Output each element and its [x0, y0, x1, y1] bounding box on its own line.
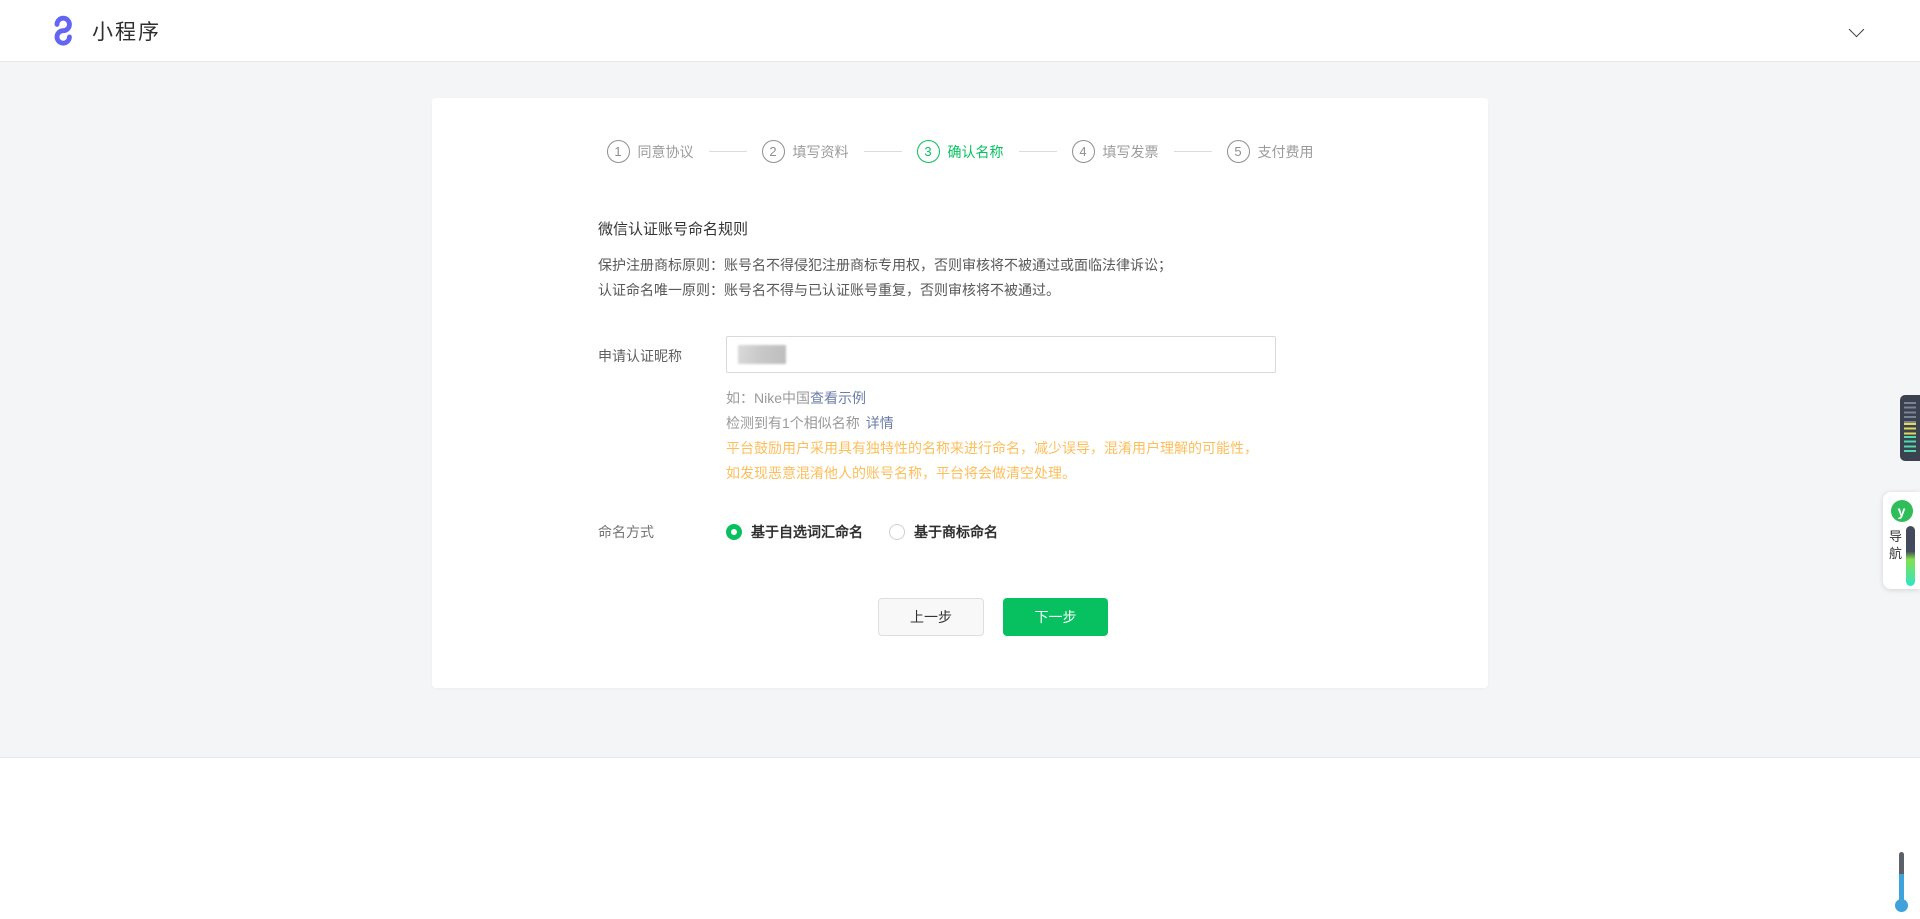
nav-extension-logo-icon[interactable]: y: [1891, 500, 1913, 522]
step-connector: [1019, 151, 1057, 152]
header: 小程序: [0, 0, 1920, 62]
miniprogram-logo-icon: [44, 14, 82, 48]
warning-line: 如发现恶意混淆他人的账号名称，平台将会做清空处理。: [726, 461, 1276, 486]
step-connector: [709, 151, 747, 152]
stepper-step-payment: 5 支付费用: [1227, 140, 1314, 163]
example-hint: 如：Nike中国查看示例: [726, 386, 1276, 411]
rule-line: 认证命名唯一原则：账号名不得与已认证账号重复，否则审核将不被通过。: [598, 278, 1388, 303]
stepper-step-agreement: 1 同意协议: [607, 140, 694, 163]
radio-option-label: 基于自选词汇命名: [751, 522, 863, 542]
radio-unselected-icon[interactable]: [889, 524, 905, 540]
step-label: 填写资料: [793, 142, 849, 162]
nav-progress-bar[interactable]: [1906, 526, 1915, 586]
nickname-hints: 如：Nike中国查看示例 检测到有1个相似名称详情 平台鼓励用户采用具有独特性的…: [726, 386, 1276, 486]
step-number: 4: [1072, 140, 1095, 163]
card-content: 微信认证账号命名规则 保护注册商标原则：账号名不得侵犯注册商标专用权，否则审核将…: [432, 163, 1488, 636]
naming-method-row: 命名方式 基于自选词汇命名 基于商标命名: [598, 522, 1388, 542]
chevron-down-icon[interactable]: [1849, 22, 1865, 38]
step-number: 2: [762, 140, 785, 163]
minimap-gray-stripes: [1904, 402, 1916, 423]
stepper-step-info: 2 填写资料: [762, 140, 849, 163]
minimap-yellow-stripes: [1904, 423, 1916, 436]
step-label: 支付费用: [1258, 142, 1314, 162]
scroll-minimap-widget[interactable]: [1900, 395, 1920, 461]
step-connector: [864, 151, 902, 152]
nav-extension-label: 导航: [1889, 526, 1903, 586]
step-connector: [1174, 151, 1212, 152]
step-number: 1: [607, 140, 630, 163]
prev-step-button[interactable]: 上一步: [878, 598, 984, 636]
step-label: 填写发票: [1103, 142, 1159, 162]
step-label: 同意协议: [638, 142, 694, 162]
wizard-card: 1 同意协议 2 填写资料 3 确认名称 4 填写发票 5 支付费用: [432, 98, 1488, 688]
rule-line: 保护注册商标原则：账号名不得侵犯注册商标专用权，否则审核将不被通过或面临法律诉讼…: [598, 253, 1388, 278]
rules-title: 微信认证账号命名规则: [598, 218, 1388, 239]
radio-option-label: 基于商标命名: [914, 522, 998, 542]
stepper: 1 同意协议 2 填写资料 3 确认名称 4 填写发票 5 支付费用: [432, 98, 1488, 163]
page-title: 小程序: [92, 16, 161, 46]
nav-extension-body: 导航: [1883, 526, 1920, 586]
stepper-step-confirm-name: 3 确认名称: [917, 140, 1004, 163]
stepper-step-invoice: 4 填写发票: [1072, 140, 1159, 163]
step-label: 确认名称: [948, 142, 1004, 162]
nickname-label: 申请认证昵称: [598, 336, 726, 486]
step-number: 5: [1227, 140, 1250, 163]
similar-name-hint: 检测到有1个相似名称详情: [726, 411, 1276, 436]
nickname-input-wrap: [726, 336, 1276, 373]
page-body: 1 同意协议 2 填写资料 3 确认名称 4 填写发票 5 支付费用: [0, 62, 1920, 757]
nickname-input[interactable]: [726, 336, 1276, 373]
footer-area: [0, 757, 1920, 919]
nickname-row: 申请认证昵称 如：Nike中国查看示例 检测到有1个相似名称详情 平台鼓励用户采…: [598, 336, 1388, 486]
radio-option-custom-words[interactable]: 基于自选词汇命名: [726, 522, 863, 542]
minimap-teal-stripes: [1904, 436, 1916, 455]
example-prefix: 如：Nike中国: [726, 390, 810, 406]
next-step-button[interactable]: 下一步: [1003, 598, 1108, 636]
nav-extension-widget[interactable]: y 导航: [1883, 492, 1920, 589]
thermometer-bulb: [1895, 899, 1908, 912]
wizard-actions: 上一步 下一步: [598, 598, 1388, 636]
scroll-thermometer-widget[interactable]: [1894, 852, 1908, 914]
view-example-link[interactable]: 查看示例: [810, 390, 866, 406]
naming-method-options: 基于自选词汇命名 基于商标命名: [726, 522, 998, 542]
thermometer-stem: [1899, 852, 1904, 902]
similar-detail-link[interactable]: 详情: [866, 415, 894, 431]
radio-selected-icon[interactable]: [726, 524, 742, 540]
similar-name-text: 检测到有1个相似名称: [726, 415, 860, 431]
naming-method-label: 命名方式: [598, 522, 726, 542]
warning-line: 平台鼓励用户采用具有独特性的名称来进行命名，减少误导，混淆用户理解的可能性，: [726, 436, 1276, 461]
radio-option-trademark[interactable]: 基于商标命名: [889, 522, 998, 542]
step-number: 3: [917, 140, 940, 163]
